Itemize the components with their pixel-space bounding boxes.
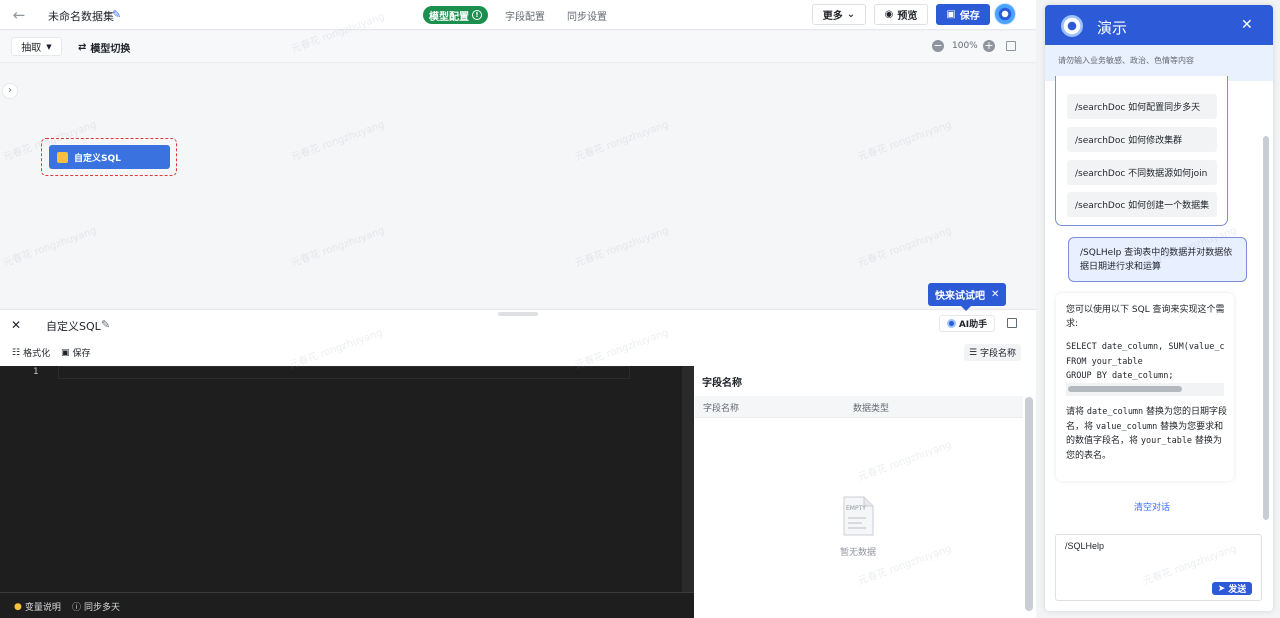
- ai-assistant-button[interactable]: AI助手: [939, 315, 995, 332]
- node-label: 自定义SQL: [74, 153, 121, 164]
- assistant-avatar-icon[interactable]: [994, 3, 1016, 25]
- zoom-out-icon[interactable]: −: [932, 40, 944, 52]
- tab-sync-settings[interactable]: 同步设置: [567, 8, 607, 23]
- tab-model-config[interactable]: 模型配置 !: [423, 6, 488, 24]
- ai-assistant-label: AI助手: [958, 320, 988, 330]
- resize-handle[interactable]: [498, 312, 538, 316]
- chevron-right-icon[interactable]: ›: [2, 83, 18, 99]
- ai-icon: [946, 319, 956, 328]
- empty-document-icon: EMPTY: [843, 496, 874, 536]
- column-header-field-name: 字段名称: [703, 404, 740, 414]
- switch-model-button[interactable]: ⇄ 模型切换: [78, 40, 130, 55]
- sync-days-label: 同步多天: [84, 603, 121, 613]
- close-icon[interactable]: ✕: [1241, 17, 1253, 33]
- lightbulb-icon: ●: [14, 601, 22, 612]
- empty-state-text: 暂无数据: [840, 548, 877, 558]
- assistant-logo-icon: [1061, 15, 1083, 37]
- chat-scrollbar[interactable]: [1263, 136, 1269, 520]
- save-label: 保存: [959, 11, 980, 22]
- line-number: 1: [33, 367, 39, 377]
- sql-code-block: SELECT date_column, SUM(value_column) FR…: [1066, 342, 1224, 381]
- editor-scrollbar[interactable]: [682, 366, 694, 592]
- extract-label: 抽取: [21, 43, 42, 54]
- outro-text: 请将: [1066, 407, 1087, 417]
- assistant-intro-text: 您可以使用以下 SQL 查询来实现这个需求:: [1066, 305, 1225, 329]
- field-name-button[interactable]: ☰ 字段名称: [964, 344, 1021, 361]
- fit-view-icon[interactable]: [1006, 41, 1016, 51]
- column-header-data-type: 数据类型: [853, 404, 890, 414]
- save-sql-button[interactable]: ▣ 保存: [61, 346, 91, 360]
- variable-description-link[interactable]: ● 变量说明: [14, 600, 61, 614]
- sql-editor[interactable]: [0, 366, 694, 592]
- edit-icon[interactable]: ✎: [101, 318, 110, 331]
- save-button[interactable]: ▣ 保存: [936, 4, 990, 25]
- clear-chat-link[interactable]: 清空对话: [1134, 500, 1170, 513]
- extract-dropdown[interactable]: 抽取 ▼: [11, 37, 62, 56]
- switch-model-label: 模型切换: [90, 44, 131, 55]
- chat-title: 演示: [1097, 19, 1128, 37]
- swap-icon: ⇄: [78, 42, 87, 53]
- field-panel-title: 字段名称: [702, 378, 742, 389]
- fullscreen-icon[interactable]: [1007, 318, 1017, 328]
- model-canvas[interactable]: [0, 64, 1036, 308]
- canvas-toolbar: [0, 31, 1036, 63]
- field-list-icon: ☰: [968, 347, 978, 358]
- info-icon: !: [472, 10, 482, 20]
- field-name-button-label: 字段名称: [980, 349, 1017, 359]
- eye-icon: ◉: [884, 9, 894, 20]
- code-scrollbar-thumb[interactable]: [1068, 386, 1182, 392]
- close-icon[interactable]: ✕: [11, 318, 21, 332]
- editor-current-line[interactable]: [58, 366, 630, 379]
- chevron-down-icon: ⌄: [846, 9, 856, 20]
- custom-sql-node[interactable]: 自定义SQL: [49, 145, 170, 169]
- zoom-in-icon[interactable]: +: [983, 40, 995, 52]
- suggestion-item[interactable]: /searchDoc 如何创建一个数据集: [1067, 192, 1217, 217]
- question-icon: ⓘ: [72, 603, 82, 613]
- more-button[interactable]: 更多 ⌄: [812, 4, 866, 25]
- format-icon: ☷: [12, 347, 21, 358]
- preview-label: 预览: [897, 11, 918, 22]
- assistant-outro-text: 请将 date_column 替换为您的日期字段名，将 value_column…: [1066, 405, 1228, 463]
- send-icon: ➤: [1217, 583, 1226, 594]
- close-icon[interactable]: ✕: [991, 289, 999, 300]
- inline-code: date_column: [1086, 407, 1144, 417]
- tooltip-label: 快来试试吧: [935, 291, 985, 302]
- tab-field-config[interactable]: 字段配置: [505, 8, 545, 23]
- suggestion-item[interactable]: /searchDoc 如何配置同步多天: [1067, 94, 1217, 119]
- field-table-scrollbar[interactable]: [1025, 397, 1033, 611]
- more-label: 更多: [822, 11, 843, 22]
- suggestion-item[interactable]: /searchDoc 如何修改集群: [1067, 127, 1217, 152]
- format-label: 格式化: [23, 349, 51, 359]
- edit-title-icon[interactable]: ✎: [112, 8, 121, 21]
- inline-code: your_table: [1140, 436, 1193, 446]
- user-message: /SQLHelp 查询表中的数据并对数据依据日期进行求和运算: [1068, 237, 1247, 282]
- tab-model-config-label: 模型配置: [429, 11, 469, 23]
- variable-description-label: 变量说明: [24, 603, 61, 613]
- dataset-title: 未命名数据集: [48, 10, 114, 23]
- zoom-level: 100%: [952, 41, 978, 51]
- suggestion-item[interactable]: /searchDoc 不同数据源如何join: [1067, 160, 1217, 185]
- sql-panel-title: 自定义SQL: [46, 320, 101, 333]
- save-icon: ▣: [946, 9, 956, 20]
- empty-badge: EMPTY: [846, 505, 866, 512]
- chat-notice-text: 请勿输入业务敏感、政治、色情等内容: [1058, 56, 1194, 65]
- save-sql-label: 保存: [72, 349, 91, 359]
- sql-node-icon: [57, 151, 68, 163]
- back-arrow-icon[interactable]: ←: [10, 6, 28, 24]
- format-button[interactable]: ☷ 格式化: [12, 346, 51, 360]
- inline-code: value_column: [1095, 421, 1158, 432]
- caret-down-icon: ▼: [46, 42, 52, 51]
- save-icon: ▣: [61, 347, 70, 358]
- preview-button[interactable]: ◉ 预览: [874, 4, 928, 25]
- send-button[interactable]: ➤ 发送: [1212, 582, 1252, 595]
- try-it-tooltip: 快来试试吧 ✕: [928, 283, 1006, 311]
- send-label: 发送: [1228, 585, 1247, 595]
- sync-days-link[interactable]: ⓘ 同步多天: [72, 600, 120, 613]
